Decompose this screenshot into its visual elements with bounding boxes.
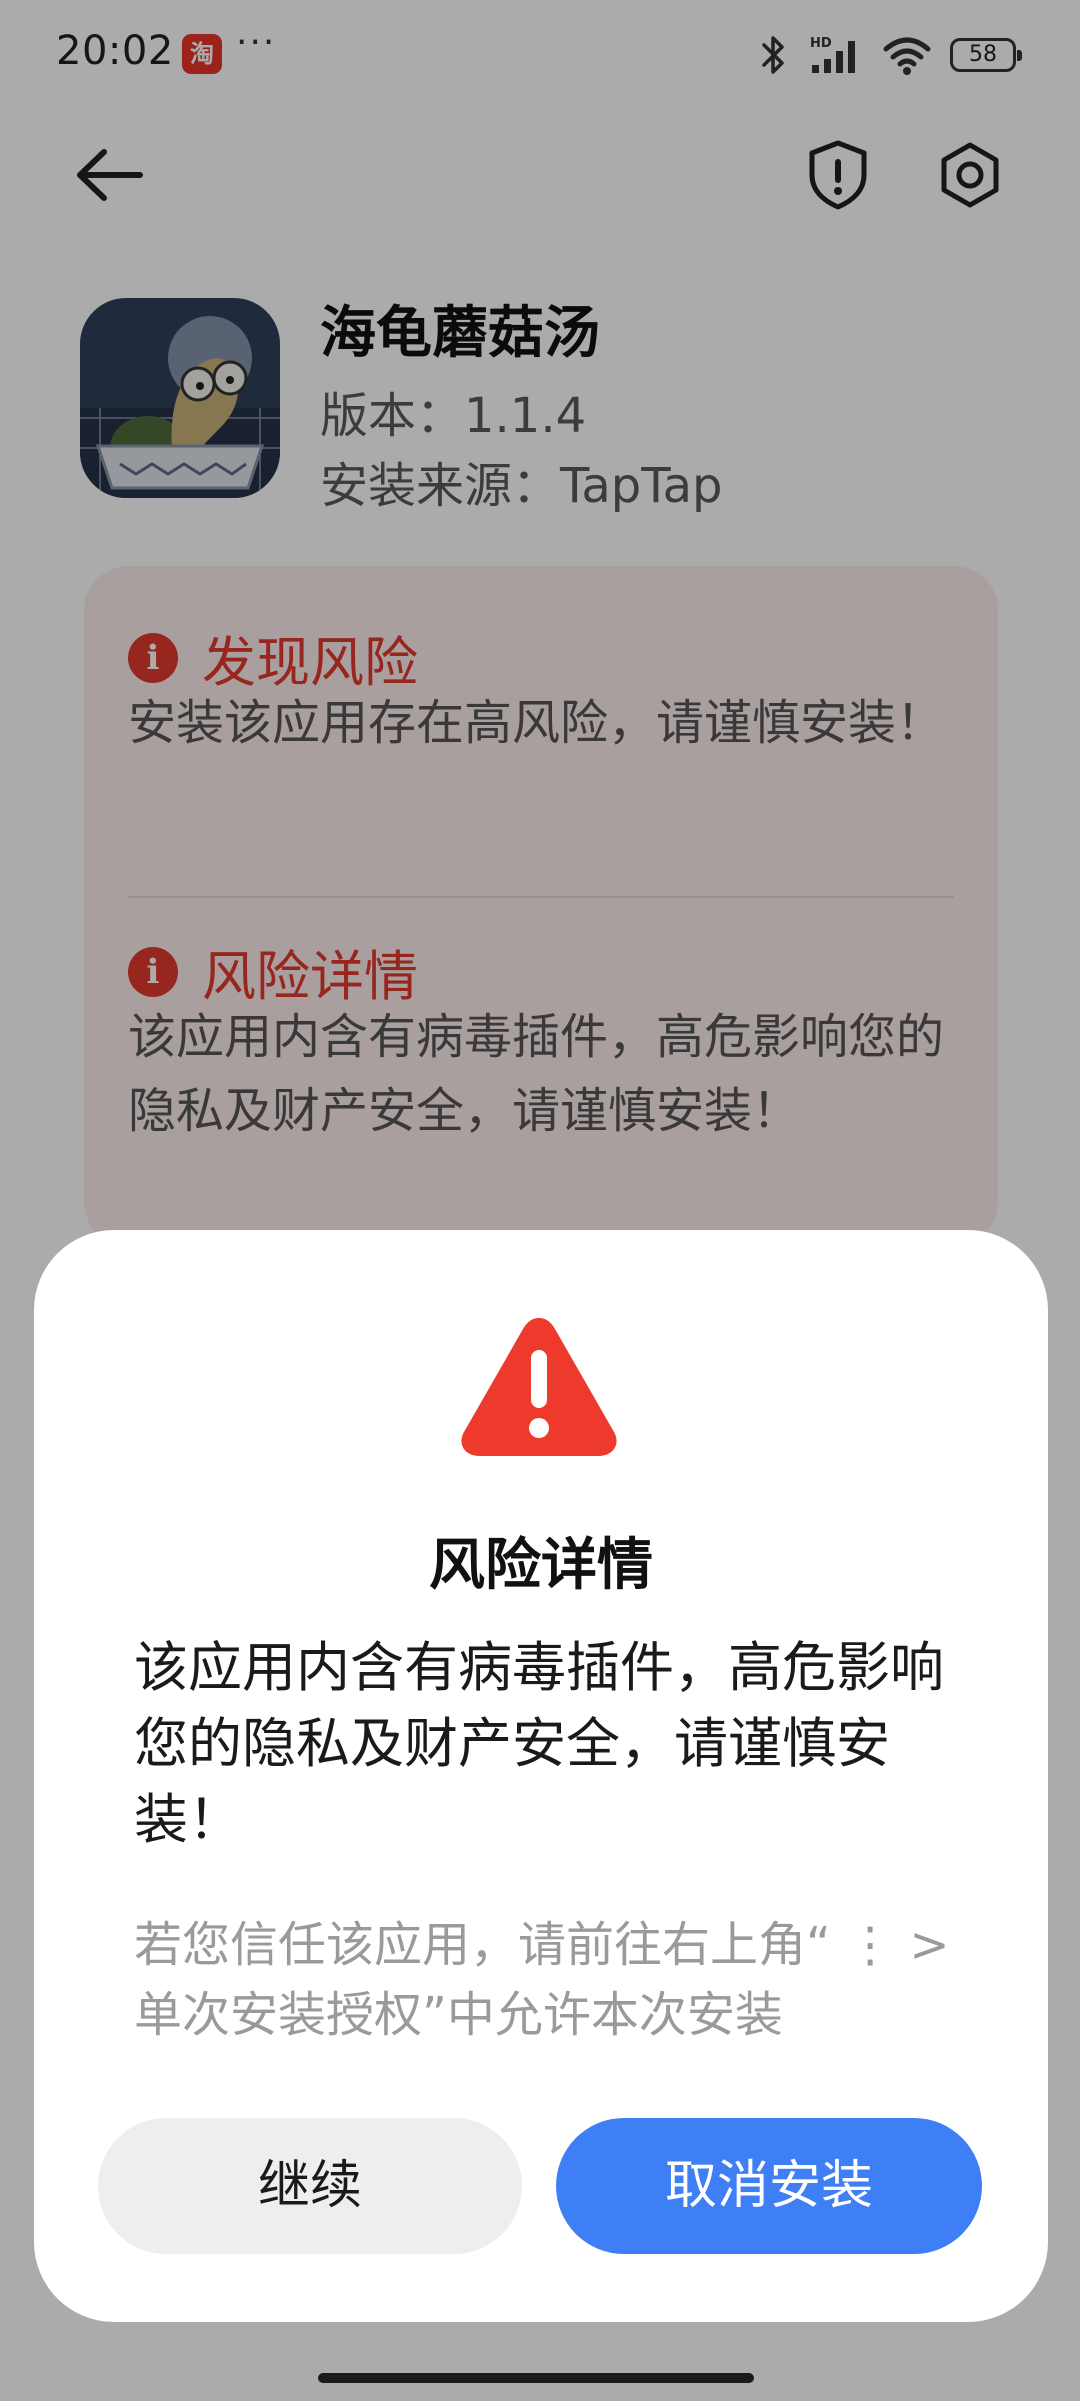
warning-triangle-icon	[456, 1310, 622, 1460]
risk-dialog: 风险详情 该应用内含有病毒插件，高危影响您的隐私及财产安全，请谨慎安装！ 若您信…	[34, 1230, 1048, 2322]
continue-button[interactable]: 继续	[98, 2118, 522, 2254]
cancel-install-button[interactable]: 取消安装	[556, 2118, 982, 2254]
dialog-message: 该应用内含有病毒插件，高危影响您的隐私及财产安全，请谨慎安装！	[134, 1636, 944, 1851]
dialog-title: 风险详情	[429, 1533, 653, 1598]
home-indicator[interactable]	[318, 2373, 754, 2383]
dialog-hint: 若您信任该应用，请前往右上角“ ⋮ > 单次安装授权”中允许本次安装	[134, 1917, 950, 2043]
